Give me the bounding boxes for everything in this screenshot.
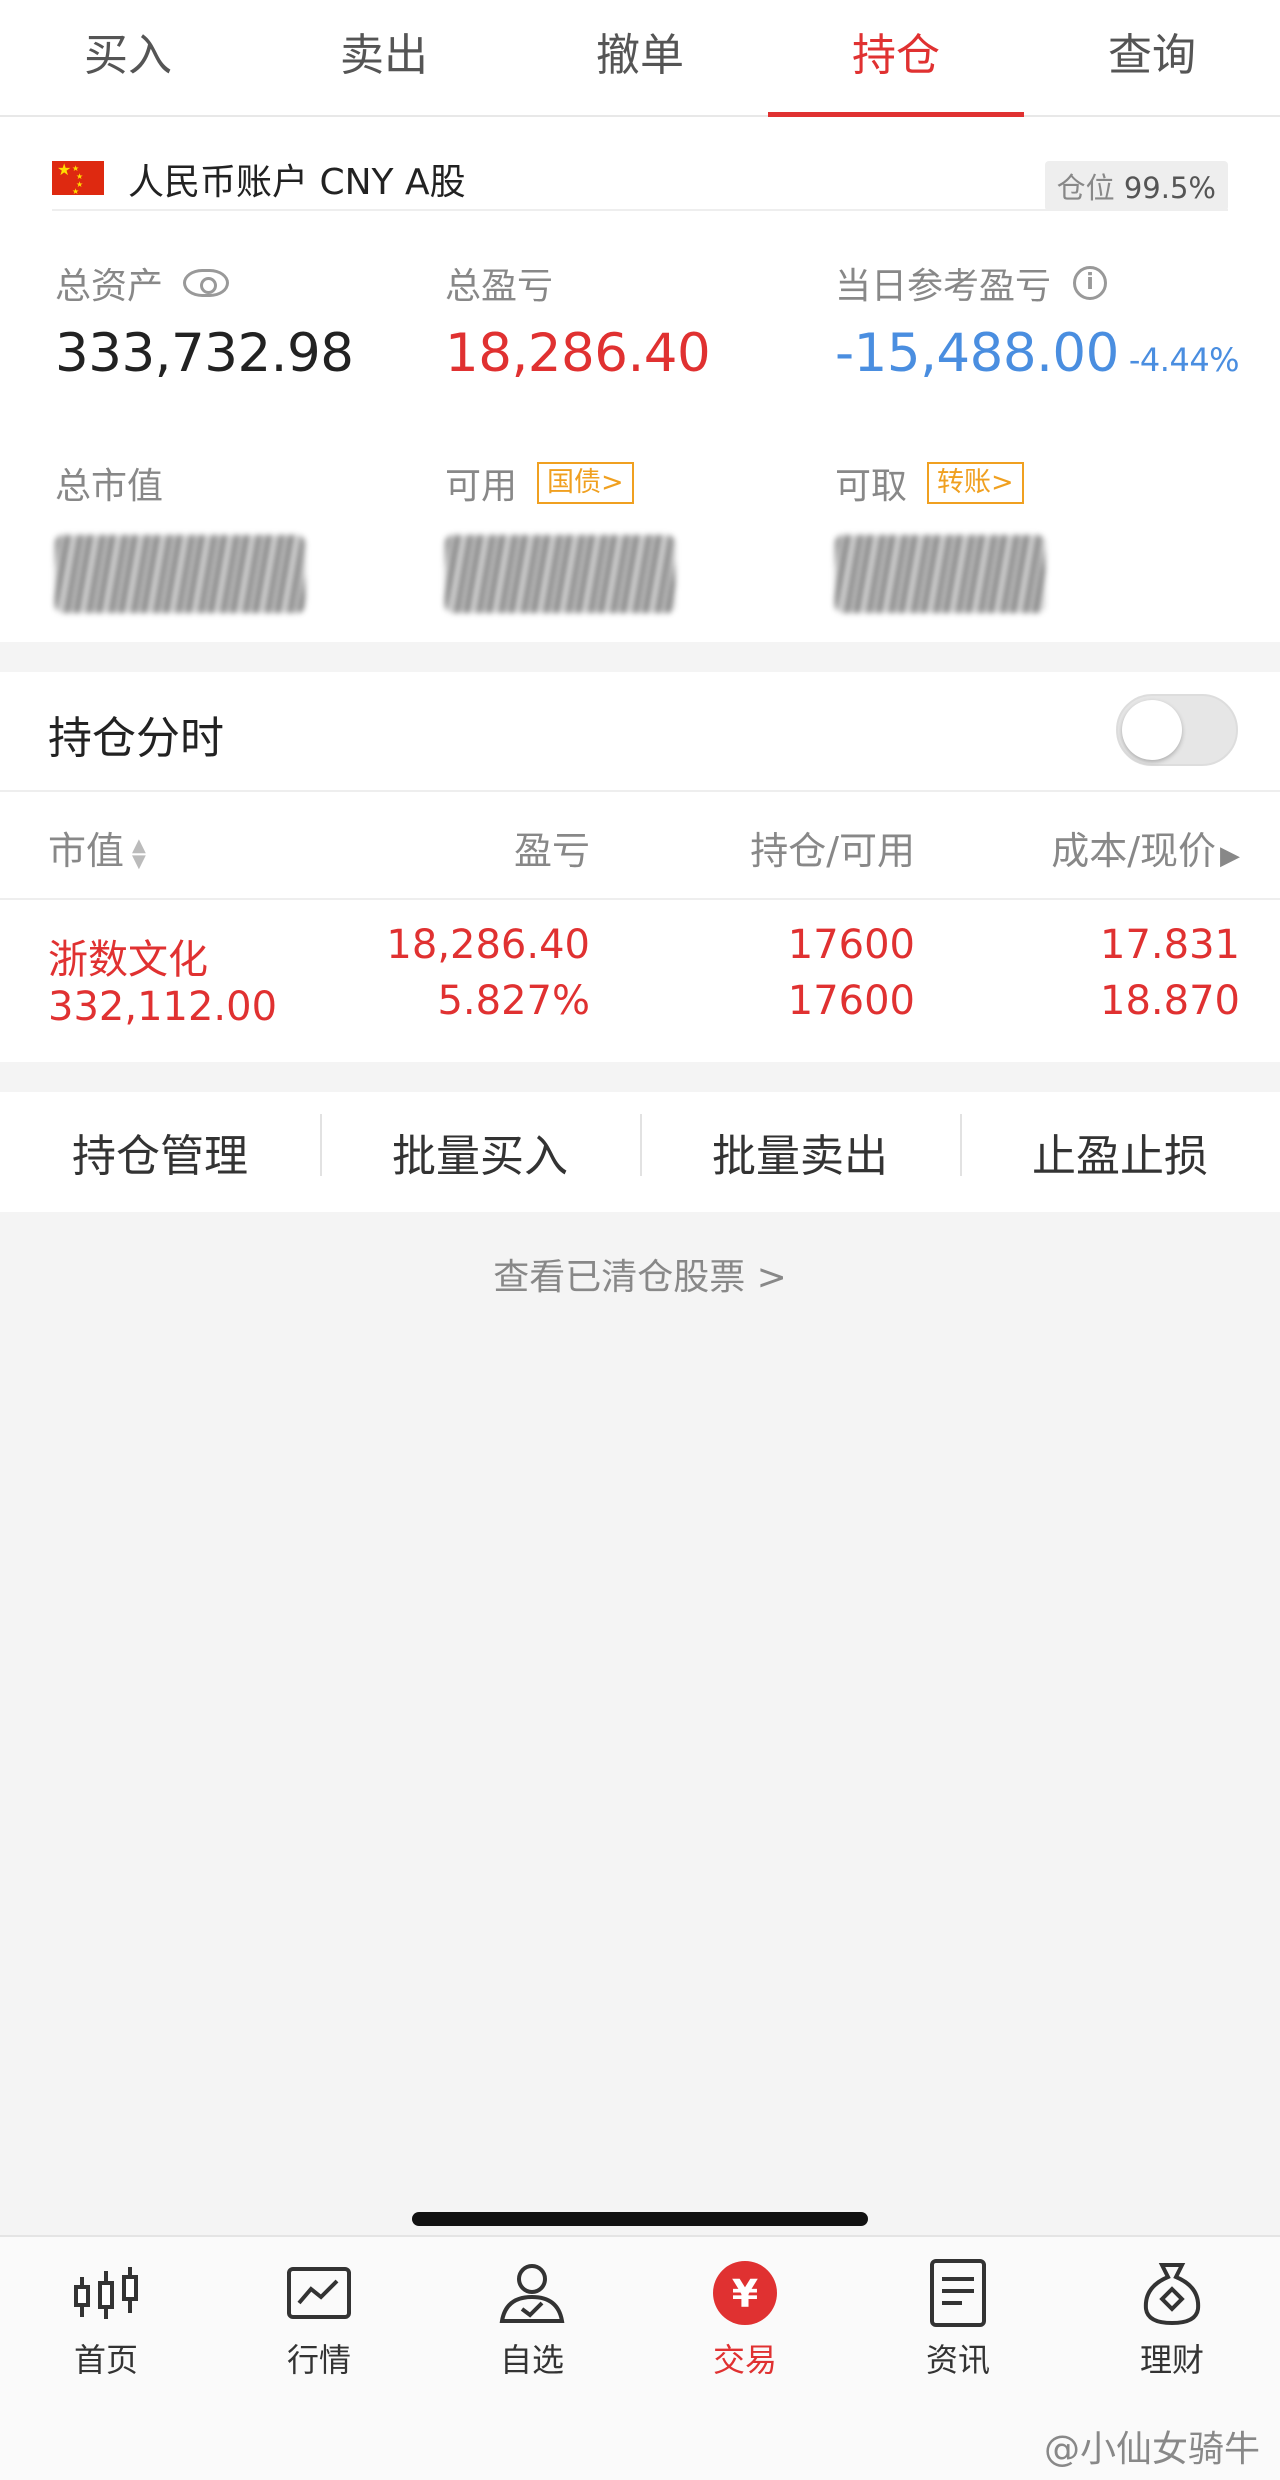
watermark: @小仙女骑牛 bbox=[1043, 2429, 1260, 2470]
view-cleared-stocks-link[interactable]: 查看已清仓股票 > bbox=[0, 1248, 1280, 1300]
nav-home-label: 首页 bbox=[73, 2341, 138, 2379]
holdings-title: 持仓分时 bbox=[48, 713, 224, 764]
withdrawable-label: 可取 bbox=[835, 466, 908, 507]
holdings-section: 持仓分时 市值 ▲ ▼ 盈亏 持仓/可用 成本/现价 ▶ 浙数文化 332,112.0… bbox=[0, 672, 1280, 1062]
daily-pnl: 当日参考盈亏 i -15,488.00 -4.44% bbox=[835, 257, 1240, 384]
chevron-right-icon: ▶ bbox=[1220, 841, 1240, 871]
total-assets-value: 333,732.98 bbox=[55, 323, 354, 384]
tab-buy[interactable]: 买入 bbox=[0, 0, 256, 115]
nav-watchlist[interactable]: 自选 bbox=[452, 2257, 612, 2381]
nav-trade-label: 交易 bbox=[712, 2341, 777, 2379]
stock-available: 17600 bbox=[787, 978, 915, 1024]
position-ratio-badge: 仓位 99.5% bbox=[1044, 161, 1228, 211]
tab-cancel[interactable]: 撤单 bbox=[512, 0, 768, 115]
svg-text:¥: ¥ bbox=[732, 2272, 758, 2316]
manage-holdings-button[interactable]: 持仓管理 bbox=[0, 1120, 320, 1184]
available-funds: 可用 国债> bbox=[445, 457, 675, 613]
nav-home[interactable]: 首页 bbox=[26, 2257, 186, 2381]
nav-news-label: 资讯 bbox=[925, 2341, 990, 2379]
account-summary: ★ ★ ★ ★ ★ 人民币账户 CNY A股 仓位 99.5% 总资产 333,732.… bbox=[0, 117, 1280, 642]
market-value-blurred bbox=[55, 535, 305, 613]
available-blurred bbox=[445, 535, 675, 613]
daily-pnl-label: 当日参考盈亏 bbox=[835, 266, 1052, 307]
col-market-value-label: 市值 bbox=[48, 829, 125, 873]
holding-actions: 持仓管理 批量买入 批量卖出 止盈止损 bbox=[0, 1092, 1280, 1212]
stock-pnl-percent: 5.827% bbox=[437, 978, 590, 1024]
stock-market-value: 332,112.00 bbox=[48, 984, 278, 1030]
position-ratio-value: 99.5% bbox=[1123, 171, 1216, 205]
sort-icon: ▲ ▼ bbox=[132, 834, 146, 872]
daily-pnl-percent: -4.44% bbox=[1128, 341, 1240, 379]
withdrawable-funds: 可取 转账> bbox=[835, 457, 1045, 613]
nav-wealth[interactable]: 理财 bbox=[1092, 2257, 1252, 2381]
total-pnl-label: 总盈亏 bbox=[445, 266, 554, 307]
nav-market[interactable]: 行情 bbox=[239, 2257, 399, 2381]
tab-holdings[interactable]: 持仓 bbox=[768, 0, 1024, 117]
nav-trade[interactable]: ¥ 交易 bbox=[665, 2257, 825, 2381]
stock-position: 17600 bbox=[787, 922, 915, 968]
treasury-bond-link[interactable]: 国债> bbox=[537, 462, 634, 504]
divider bbox=[0, 898, 1280, 900]
stop-profit-loss-button[interactable]: 止盈止损 bbox=[960, 1114, 1280, 1184]
china-flag-icon: ★ ★ ★ ★ ★ bbox=[52, 161, 104, 196]
position-ratio-label: 仓位 bbox=[1056, 171, 1115, 205]
user-check-icon bbox=[496, 2257, 568, 2329]
document-icon bbox=[922, 2257, 994, 2329]
withdrawable-blurred bbox=[835, 535, 1045, 613]
batch-sell-button[interactable]: 批量卖出 bbox=[640, 1114, 960, 1184]
total-assets-label: 总资产 bbox=[55, 266, 164, 307]
eye-icon[interactable] bbox=[183, 269, 230, 297]
total-pnl: 总盈亏 18,286.40 bbox=[445, 257, 711, 384]
home-indicator[interactable] bbox=[412, 2212, 868, 2226]
col-market-value[interactable]: 市值 ▲ ▼ bbox=[48, 820, 146, 875]
tab-sell[interactable]: 卖出 bbox=[256, 0, 512, 115]
holdings-intraday-toggle[interactable] bbox=[1116, 694, 1238, 766]
available-label: 可用 bbox=[445, 466, 518, 507]
toggle-knob bbox=[1122, 700, 1182, 760]
stock-cost: 17.831 bbox=[1100, 922, 1240, 968]
daily-pnl-value: -15,488.00 bbox=[835, 323, 1119, 384]
col-cost-price-label: 成本/现价 bbox=[1051, 829, 1216, 873]
chart-icon bbox=[283, 2257, 355, 2329]
money-bag-icon bbox=[1136, 2257, 1208, 2329]
account-row[interactable]: ★ ★ ★ ★ ★ 人民币账户 CNY A股 仓位 99.5% bbox=[52, 139, 1228, 211]
candlestick-icon bbox=[70, 2257, 142, 2329]
top-tabs: 买入 卖出 撤单 持仓 查询 bbox=[0, 0, 1280, 117]
col-pnl: 盈亏 bbox=[513, 829, 590, 873]
nav-news[interactable]: 资讯 bbox=[878, 2257, 1038, 2381]
stock-pnl: 18,286.40 bbox=[386, 922, 590, 968]
stock-price: 18.870 bbox=[1100, 978, 1240, 1024]
col-cost-price[interactable]: 成本/现价 ▶ bbox=[960, 820, 1240, 875]
total-pnl-value: 18,286.40 bbox=[445, 323, 711, 384]
nav-watchlist-label: 自选 bbox=[499, 2341, 564, 2379]
yuan-icon: ¥ bbox=[709, 2257, 781, 2329]
market-value: 总市值 bbox=[55, 457, 305, 613]
col-position: 持仓/可用 bbox=[750, 829, 915, 873]
total-assets: 总资产 333,732.98 bbox=[55, 257, 354, 384]
market-value-label: 总市值 bbox=[55, 466, 164, 507]
tab-query[interactable]: 查询 bbox=[1024, 0, 1280, 115]
transfer-link[interactable]: 转账> bbox=[927, 462, 1024, 504]
nav-market-label: 行情 bbox=[286, 2341, 351, 2379]
nav-wealth-label: 理财 bbox=[1139, 2341, 1204, 2379]
info-icon[interactable]: i bbox=[1073, 266, 1108, 300]
account-name: 人民币账户 CNY A股 bbox=[128, 162, 466, 203]
stock-name: 浙数文化 bbox=[48, 937, 208, 983]
batch-buy-button[interactable]: 批量买入 bbox=[320, 1114, 640, 1184]
divider bbox=[0, 790, 1280, 792]
